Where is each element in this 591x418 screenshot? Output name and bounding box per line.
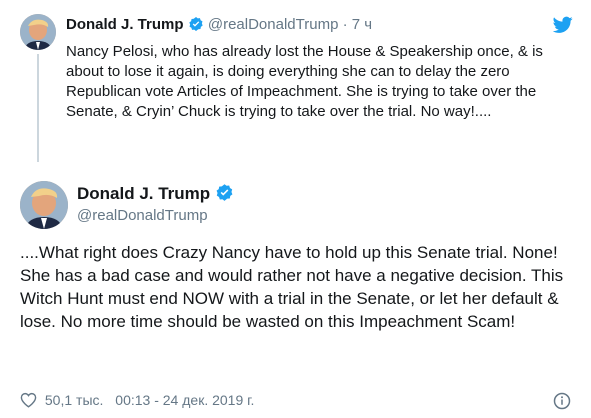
thread-connector-line xyxy=(37,54,39,162)
tweet-timestamp[interactable]: 00:13 - 24 дек. 2019 г. xyxy=(115,392,254,408)
like-count[interactable]: 50,1 тыс. xyxy=(45,392,104,408)
author-handle[interactable]: @realDonaldTrump xyxy=(208,16,339,33)
twitter-bird-icon[interactable] xyxy=(552,16,573,34)
avatar[interactable] xyxy=(20,181,68,229)
info-icon[interactable] xyxy=(553,392,571,410)
author-name[interactable]: Donald J. Trump xyxy=(77,184,210,203)
main-author-name[interactable]: Donald J. Trump xyxy=(77,183,234,204)
heart-icon[interactable] xyxy=(20,392,37,408)
author-name[interactable]: Donald J. Trump xyxy=(66,16,184,33)
main-author-handle[interactable]: @realDonaldTrump xyxy=(77,207,208,224)
main-tweet-text: ....What right does Crazy Nancy have to … xyxy=(20,243,564,331)
separator-dot: · xyxy=(342,16,348,33)
quoted-tweet-header: Donald J. Trump @realDonaldTrump · 7 ч xyxy=(66,16,372,33)
avatar[interactable] xyxy=(20,14,56,50)
quoted-tweet-text: Nancy Pelosi, who has already lost the H… xyxy=(66,43,543,120)
tweet-time[interactable]: 7 ч xyxy=(352,16,372,33)
verified-badge-icon xyxy=(188,16,204,32)
verified-badge-icon xyxy=(215,183,234,202)
tweet-footer: 50,1 тыс. 00:13 - 24 дек. 2019 г. xyxy=(20,392,254,408)
